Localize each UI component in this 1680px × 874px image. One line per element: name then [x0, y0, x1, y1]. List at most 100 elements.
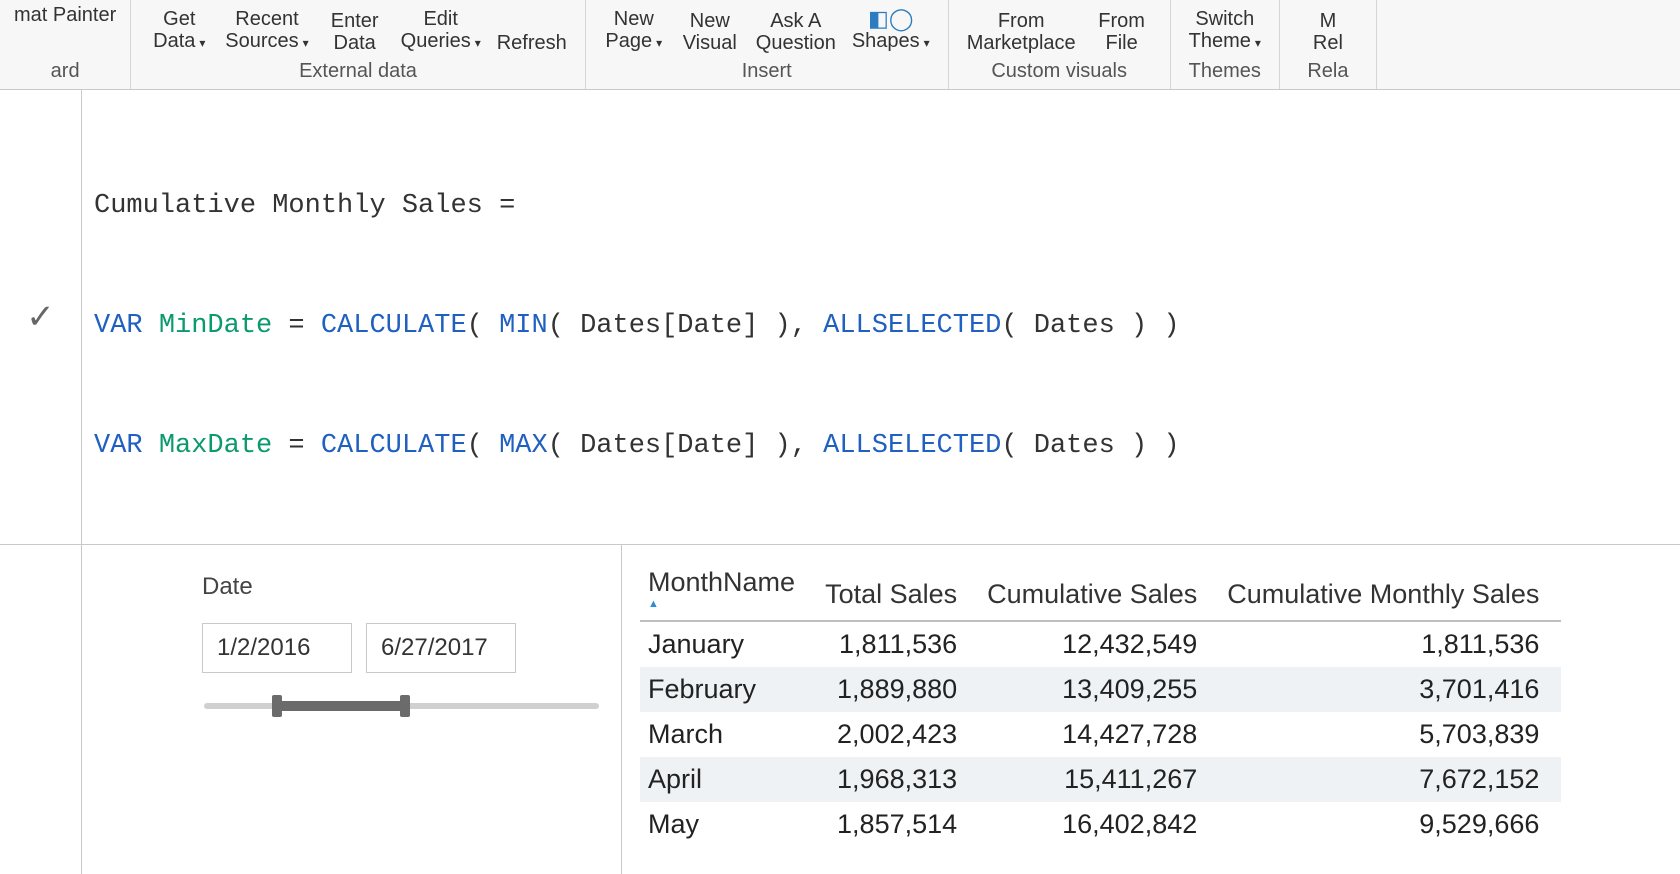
- ribbon-group-label: Insert: [742, 56, 792, 85]
- slider-thumb-end[interactable]: [400, 695, 410, 717]
- chevron-down-icon: ▾: [303, 36, 309, 50]
- commit-formula-button[interactable]: ✓: [0, 90, 82, 544]
- slicer-title: Date: [202, 573, 601, 601]
- cell-total-sales: 2,002,423: [817, 712, 979, 757]
- ribbon-button-line1: Edit: [423, 8, 457, 30]
- format-painter-button[interactable]: mat Painter: [10, 2, 120, 28]
- ribbon-button-line2: Rel: [1313, 32, 1343, 54]
- cell-month: January: [640, 621, 817, 667]
- cell-month: April: [640, 757, 817, 802]
- slicer-from-input[interactable]: 1/2/2016: [202, 623, 352, 673]
- ribbon-group: FromMarketplaceFromFileCustom visuals: [949, 0, 1171, 89]
- ribbon-button-line1: Refresh: [497, 32, 567, 54]
- ribbon-button-line1: New: [690, 10, 730, 32]
- slicer-to-input[interactable]: 6/27/2017: [366, 623, 516, 673]
- ribbon-button[interactable]: NewPage▾: [600, 6, 668, 56]
- ribbon-button-line2: Visual: [683, 32, 737, 54]
- cell-total-sales: 1,968,313: [817, 757, 979, 802]
- col-header-cumulative-sales[interactable]: Cumulative Sales: [979, 559, 1219, 621]
- ribbon-button-line2: Question: [756, 32, 836, 54]
- ribbon-button-line1: New: [614, 8, 654, 30]
- ribbon-group: SwitchTheme▾Themes: [1171, 0, 1280, 89]
- cell-cumulative-monthly-sales: 7,672,152: [1219, 757, 1561, 802]
- slider-fill: [276, 701, 406, 711]
- ribbon-group-label: Rela: [1307, 56, 1348, 85]
- ribbon-button-line2: Shapes▾: [852, 30, 930, 54]
- ribbon-group-label: Custom visuals: [991, 56, 1127, 85]
- cell-cumulative-monthly-sales: 1,811,536: [1219, 621, 1561, 667]
- chevron-down-icon: ▾: [656, 36, 662, 50]
- dax-editor[interactable]: Cumulative Monthly Sales = VAR MinDate =…: [82, 90, 1680, 544]
- table-row[interactable]: March2,002,42314,427,7285,703,839: [640, 712, 1561, 757]
- table-row[interactable]: January1,811,53612,432,5491,811,536: [640, 621, 1561, 667]
- ribbon-button-line2: Data▾: [153, 30, 205, 54]
- shapes-icon: ◧◯: [868, 8, 913, 30]
- ribbon-group: NewPage▾NewVisualAsk AQuestion◧◯Shapes▾I…: [586, 0, 949, 89]
- cell-total-sales: 1,889,880: [817, 667, 979, 712]
- ribbon-button-line1: From: [998, 10, 1045, 32]
- col-header-total-sales[interactable]: Total Sales: [817, 559, 979, 621]
- ribbon-group: MRelRela: [1280, 0, 1377, 89]
- cell-cumulative-sales: 16,402,842: [979, 802, 1219, 847]
- table-row[interactable]: February1,889,88013,409,2553,701,416: [640, 667, 1561, 712]
- ribbon-button-line1: Ask A: [770, 10, 821, 32]
- ribbon-button[interactable]: ◧◯Shapes▾: [848, 6, 934, 56]
- slider-thumb-start[interactable]: [272, 695, 282, 717]
- ribbon-button-line1: Recent: [235, 8, 298, 30]
- ribbon-button-line2: Queries▾: [401, 30, 481, 54]
- chevron-down-icon: ▾: [199, 36, 205, 50]
- checkmark-icon: ✓: [26, 297, 55, 337]
- ribbon-group-clipboard-partial: mat Painter ard: [0, 0, 131, 89]
- ribbon-button-line1: From: [1098, 10, 1145, 32]
- ribbon-button-line2: Page▾: [605, 30, 662, 54]
- date-slicer[interactable]: Date 1/2/2016 6/27/2017: [82, 545, 622, 874]
- formula-bar: ✓ Cumulative Monthly Sales = VAR MinDate…: [0, 90, 1680, 545]
- ribbon-button[interactable]: FromMarketplace: [963, 8, 1080, 56]
- cell-month: February: [640, 667, 817, 712]
- ribbon-button[interactable]: EnterData: [321, 8, 389, 56]
- slicer-slider[interactable]: [204, 693, 599, 719]
- ribbon-button[interactable]: Ask AQuestion: [752, 8, 840, 56]
- chevron-down-icon: ▾: [924, 36, 930, 50]
- page-title-partial: [0, 545, 82, 874]
- table-row[interactable]: May1,857,51416,402,8429,529,666: [640, 802, 1561, 847]
- col-header-cumulative-monthly-sales[interactable]: Cumulative Monthly Sales: [1219, 559, 1561, 621]
- ribbon-button[interactable]: FromFile: [1088, 8, 1156, 56]
- ribbon-button-line2: Sources▾: [225, 30, 308, 54]
- ribbon-group: GetData▾RecentSources▾EnterDataEditQueri…: [131, 0, 586, 89]
- ribbon-button-line1: Enter: [331, 10, 379, 32]
- ribbon-button[interactable]: Refresh: [493, 30, 571, 56]
- cell-month: March: [640, 712, 817, 757]
- report-canvas: Date 1/2/2016 6/27/2017 MonthName Total …: [0, 545, 1680, 874]
- ribbon-button-line2: Marketplace: [967, 32, 1076, 54]
- results-table: MonthName Total Sales Cumulative Sales C…: [640, 559, 1561, 847]
- format-painter-label: mat Painter: [14, 4, 116, 26]
- ribbon-button-line1: M: [1320, 10, 1337, 32]
- ribbon-button[interactable]: NewVisual: [676, 8, 744, 56]
- ribbon-button-line1: Get: [163, 8, 195, 30]
- cell-cumulative-sales: 13,409,255: [979, 667, 1219, 712]
- results-table-visual[interactable]: MonthName Total Sales Cumulative Sales C…: [622, 545, 1680, 874]
- ribbon-button-line2: File: [1106, 32, 1138, 54]
- ribbon-button[interactable]: RecentSources▾: [221, 6, 312, 56]
- cell-cumulative-sales: 14,427,728: [979, 712, 1219, 757]
- cell-total-sales: 1,857,514: [817, 802, 979, 847]
- cell-cumulative-sales: 15,411,267: [979, 757, 1219, 802]
- cell-month: May: [640, 802, 817, 847]
- table-row[interactable]: April1,968,31315,411,2677,672,152: [640, 757, 1561, 802]
- ribbon-group-label: Themes: [1189, 56, 1261, 85]
- ribbon-group-label: External data: [299, 56, 417, 85]
- cell-cumulative-monthly-sales: 9,529,666: [1219, 802, 1561, 847]
- ribbon-button[interactable]: SwitchTheme▾: [1185, 6, 1265, 56]
- cell-cumulative-monthly-sales: 5,703,839: [1219, 712, 1561, 757]
- col-header-monthname[interactable]: MonthName: [640, 559, 817, 621]
- cell-total-sales: 1,811,536: [817, 621, 979, 667]
- ribbon-button-line1: Switch: [1195, 8, 1254, 30]
- ribbon-button-line2: Theme▾: [1189, 30, 1261, 54]
- chevron-down-icon: ▾: [1255, 36, 1261, 50]
- ribbon: mat Painter ard GetData▾RecentSources▾En…: [0, 0, 1680, 90]
- chevron-down-icon: ▾: [475, 36, 481, 50]
- ribbon-button[interactable]: GetData▾: [145, 6, 213, 56]
- ribbon-button[interactable]: EditQueries▾: [397, 6, 485, 56]
- ribbon-button[interactable]: MRel: [1294, 8, 1362, 56]
